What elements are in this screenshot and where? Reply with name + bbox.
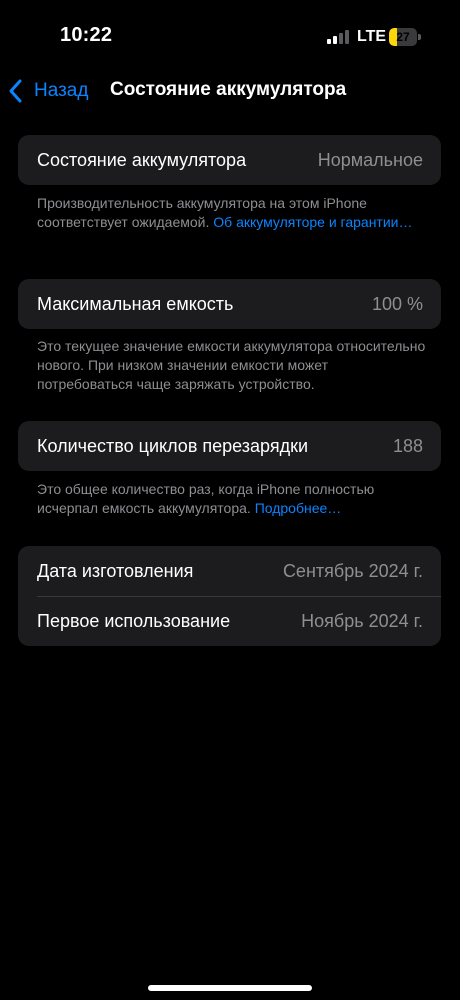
battery-body: 27 (389, 28, 417, 46)
max-capacity-footer: Это текущее значение емкости аккумулятор… (37, 338, 426, 392)
first-use-row: Первое использование Ноябрь 2024 г. (18, 596, 441, 646)
first-use-label: Первое использование (37, 610, 231, 631)
home-indicator[interactable] (148, 985, 312, 991)
cellular-signal-icon (327, 30, 349, 44)
max-capacity-group: Максимальная емкость 100 % (18, 279, 441, 329)
cycle-count-footer: Это общее количество раз, когда iPhone п… (37, 480, 427, 518)
dates-group: Дата изготовления Сентябрь 2024 г. Перво… (18, 546, 441, 646)
manufacture-date-label: Дата изготовления (37, 560, 194, 581)
cycle-count-label: Количество циклов перезарядки (37, 435, 309, 456)
battery-warranty-link[interactable]: Об аккумуляторе и гарантии… (213, 214, 412, 230)
back-label: Назад (34, 80, 89, 101)
cycle-count-group: Количество циклов перезарядки 188 (18, 421, 441, 471)
battery-health-row: Состояние аккумулятора Нормальное (18, 135, 441, 185)
battery-level: 27 (396, 30, 410, 44)
manufacture-date-value: Сентябрь 2024 г. (282, 560, 423, 581)
max-capacity-label: Максимальная емкость (37, 293, 234, 314)
max-capacity-value: 100 % (371, 293, 423, 314)
navigation-bar: Назад Состояние аккумулятора (0, 72, 460, 112)
manufacture-date-row: Дата изготовления Сентябрь 2024 г. (18, 546, 441, 596)
cycle-count-row: Количество циклов перезарядки 188 (18, 421, 441, 471)
battery-icon: 27 (389, 28, 421, 46)
page-title: Состояние аккумулятора (110, 79, 347, 100)
network-type: LTE (357, 28, 387, 45)
battery-nub (418, 34, 421, 40)
max-capacity-row: Максимальная емкость 100 % (18, 279, 441, 329)
battery-health-footer: Производительность аккумулятора на этом … (37, 194, 427, 232)
back-button[interactable]: Назад (8, 76, 88, 106)
battery-health-value: Нормальное (317, 149, 423, 170)
learn-more-link[interactable]: Подробнее… (255, 500, 342, 516)
battery-health-label: Состояние аккумулятора (37, 149, 247, 170)
battery-health-group: Состояние аккумулятора Нормальное (18, 135, 441, 185)
status-time: 10:22 (60, 24, 113, 46)
cycle-count-value: 188 (392, 435, 423, 456)
chevron-left-icon (9, 79, 22, 103)
status-bar: 10:22 LTE 27 (0, 0, 460, 72)
first-use-value: Ноябрь 2024 г. (301, 610, 423, 631)
